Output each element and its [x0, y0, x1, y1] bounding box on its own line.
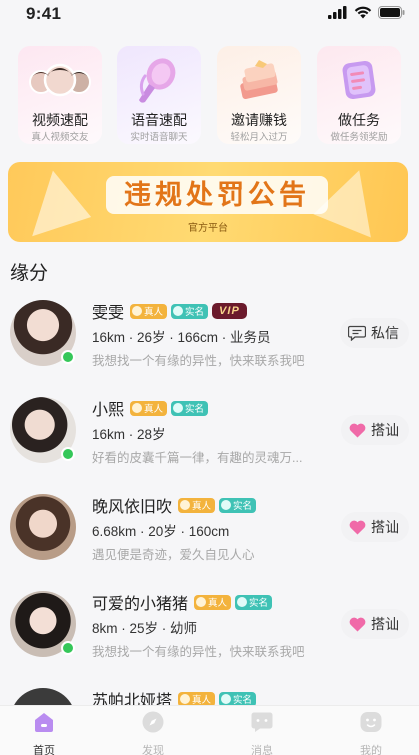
signal-icon — [328, 6, 347, 19]
wifi-icon — [354, 6, 372, 19]
user-name: 小熙 — [92, 402, 125, 419]
action-label: 搭讪 — [371, 519, 399, 535]
verified-badge: 实名 — [235, 594, 273, 610]
quick-action-tasks[interactable]: 做任务 做任务领奖励 — [317, 46, 401, 144]
tab-label: 发现 — [142, 745, 164, 755]
vip-badge: VIP — [212, 303, 247, 319]
name-line: 小熙 真人 实名 — [92, 398, 209, 419]
person-icon — [132, 403, 143, 413]
user-name: 晚风依旧吹 — [92, 499, 173, 516]
quick-action-subtitle: 真人视频交友 — [31, 132, 89, 143]
quick-action-subtitle: 轻松月入过万 — [230, 132, 288, 143]
verified-badge: 实名 — [171, 400, 209, 416]
user-name: 可爱的小猪猪 — [92, 596, 189, 613]
person-icon — [180, 694, 191, 704]
action-label: 私信 — [371, 325, 399, 341]
real-person-badge: 真人 — [130, 303, 168, 319]
greet-button[interactable]: 搭讪 — [341, 512, 409, 542]
user-meta: 16km · 28岁 — [92, 427, 166, 442]
announcement-banner[interactable]: 违规处罚公告 官方平台 — [8, 162, 408, 242]
greet-button[interactable]: 搭讪 — [341, 609, 409, 639]
person-icon — [221, 694, 232, 704]
quick-actions: 视频速配 真人视频交友 语音速配 实时语音聊天 邀请赚钱 轻松月入过万 做任务 … — [0, 46, 419, 146]
quick-action-subtitle: 实时语音聊天 — [130, 132, 188, 143]
task-list-icon — [317, 54, 401, 106]
verified-badge: 实名 — [219, 497, 257, 513]
user-name: 雯雯 — [92, 305, 125, 322]
quick-action-voice-match[interactable]: 语音速配 实时语音聊天 — [117, 46, 201, 144]
quick-action-title: 语音速配 — [131, 112, 187, 128]
tab-discover[interactable]: 发现 — [123, 710, 183, 755]
status-time: 9:41 — [26, 4, 62, 23]
person-icon — [173, 306, 184, 316]
chat-bubble-icon — [348, 325, 366, 341]
user-description: 好看的皮囊千篇一律，有趣的灵魂万... — [92, 451, 303, 465]
quick-action-video-match[interactable]: 视频速配 真人视频交友 — [18, 46, 102, 144]
real-person-badge: 真人 — [130, 400, 168, 416]
user-row[interactable]: 小熙 真人 实名 16km · 28岁 好看的皮囊千篇一律，有趣的灵魂万... … — [0, 389, 419, 486]
user-description: 遇见便是奇迹，爱久自见人心 — [92, 548, 255, 562]
name-line: 晚风依旧吹 真人 实名 — [92, 495, 257, 516]
heart-icon — [349, 617, 366, 631]
action-label: 搭讪 — [371, 616, 399, 632]
avatar[interactable] — [10, 494, 76, 560]
compass-icon — [142, 711, 164, 733]
message-button[interactable]: 私信 — [340, 318, 409, 348]
microphone-icon — [117, 54, 201, 106]
tab-home[interactable]: 首页 — [14, 710, 74, 755]
tab-messages[interactable]: 消息 — [232, 710, 292, 755]
heart-icon — [349, 520, 366, 534]
money-stack-icon — [217, 54, 301, 106]
verified-badge: 实名 — [171, 303, 209, 319]
online-indicator — [61, 641, 75, 655]
user-meta: 6.68km · 20岁 · 160cm — [92, 524, 230, 539]
person-icon — [221, 500, 232, 510]
tab-profile[interactable]: 我的 — [341, 710, 401, 755]
status-icons — [328, 6, 405, 19]
name-line: 可爱的小猪猪 真人 实名 — [92, 592, 273, 613]
banner-caption: 官方平台 — [188, 223, 228, 234]
greet-button[interactable]: 搭讪 — [341, 415, 409, 445]
user-row[interactable]: 晚风依旧吹 真人 实名 6.68km · 20岁 · 160cm 遇见便是奇迹，… — [0, 486, 419, 583]
tab-label: 我的 — [360, 745, 382, 755]
battery-icon — [378, 6, 405, 19]
status-bar: 9:41 — [0, 0, 419, 30]
user-meta: 8km · 25岁 · 幼师 — [92, 621, 198, 636]
person-icon — [196, 597, 207, 607]
real-person-badge: 真人 — [178, 497, 216, 513]
quick-action-subtitle: 做任务领奖励 — [330, 132, 388, 143]
message-icon — [251, 712, 273, 732]
person-icon — [132, 306, 143, 316]
user-meta: 16km · 26岁 · 166cm · 业务员 — [92, 330, 271, 345]
action-label: 搭讪 — [371, 422, 399, 438]
quick-action-title: 做任务 — [338, 112, 380, 128]
person-icon — [180, 500, 191, 510]
online-indicator — [61, 447, 75, 461]
tab-bar: 首页 发现 消息 我的 — [0, 705, 419, 755]
tab-label: 消息 — [251, 745, 273, 755]
user-row[interactable]: 雯雯 真人 实名 VIP 16km · 26岁 · 166cm · 业务员 我想… — [0, 292, 419, 389]
user-description: 我想找一个有缘的异性，快来联系我吧 — [92, 354, 305, 368]
quick-action-title: 邀请赚钱 — [231, 112, 287, 128]
person-icon — [237, 597, 248, 607]
user-description: 我想找一个有缘的异性，快来联系我吧 — [92, 645, 305, 659]
profile-icon — [360, 712, 382, 732]
avatar-group-icon — [18, 54, 102, 106]
name-line: 雯雯 真人 实名 VIP — [92, 301, 247, 322]
heart-icon — [349, 423, 366, 437]
person-icon — [173, 403, 184, 413]
user-row[interactable]: 可爱的小猪猪 真人 实名 8km · 25岁 · 幼师 我想找一个有缘的异性，快… — [0, 583, 419, 680]
quick-action-invite-earn[interactable]: 邀请赚钱 轻松月入过万 — [217, 46, 301, 144]
banner-headline: 违规处罚公告 — [106, 176, 328, 214]
online-indicator — [61, 350, 75, 364]
section-title: 缘分 — [10, 263, 49, 284]
quick-action-title: 视频速配 — [32, 112, 88, 128]
tab-label: 首页 — [33, 745, 55, 755]
home-icon — [35, 713, 53, 732]
real-person-badge: 真人 — [194, 594, 232, 610]
